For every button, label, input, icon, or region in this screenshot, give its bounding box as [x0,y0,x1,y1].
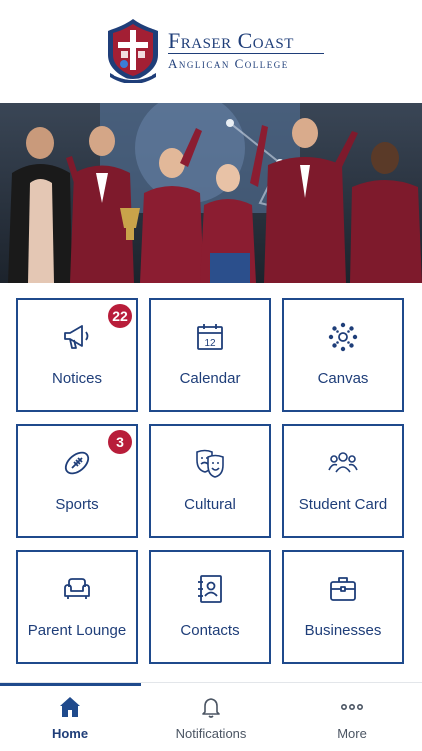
more-dots-icon [340,704,363,711]
sports-badge: 3 [108,430,132,454]
tile-cultural[interactable]: Cultural [149,424,271,538]
tile-calendar[interactable]: 12 Calendar [149,298,271,412]
tile-label: Businesses [304,622,382,639]
tab-label: More [337,726,367,741]
tile-label: Cultural [184,496,236,513]
tab-notifications[interactable]: Notifications [141,683,281,751]
tile-label: Sports [55,496,99,513]
tile-label: Contacts [180,622,240,639]
tab-label: Notifications [175,726,247,741]
tile-notices[interactable]: 22 Notices [16,298,138,412]
tile-label: Notices [51,370,103,387]
briefcase-icon [330,577,356,601]
tile-label: Parent Lounge [27,622,127,639]
theatre-masks-icon [196,449,224,478]
students-celebration-photo [0,103,422,283]
people-group-icon [328,452,358,473]
tile-label: Calendar [179,370,241,387]
hero-photo [0,103,422,283]
calendar-icon-number: 12 [204,338,216,349]
tile-student-card[interactable]: Student Card [282,424,404,538]
tile-contacts[interactable]: Contacts [149,550,271,664]
tile-parent-lounge[interactable]: Parent Lounge [16,550,138,664]
tile-sports[interactable]: 3 Sports [16,424,138,538]
school-name: Fraser Coast [168,28,294,53]
school-crest-icon [108,19,158,83]
tile-canvas[interactable]: Canvas [282,298,404,412]
tile-label: Canvas [317,370,369,387]
app-header: Fraser Coast Anglican College [0,0,422,103]
tile-businesses[interactable]: Businesses [282,550,404,664]
canvas-icon [328,322,358,352]
bottom-tab-bar: Home Notifications More [0,682,422,751]
football-icon [64,451,90,475]
tab-more[interactable]: More [282,683,422,751]
home-icon [60,697,80,717]
tab-label: Home [51,726,89,741]
logo-divider [168,53,324,54]
address-book-icon [198,575,222,603]
tile-label: Student Card [298,496,388,513]
megaphone-icon [64,325,89,349]
notices-badge: 22 [108,304,132,328]
armchair-icon [64,578,90,599]
bell-icon [202,698,220,718]
calendar-icon: 12 [197,324,223,350]
school-subtitle: Anglican College [168,56,289,71]
tab-home[interactable]: Home [0,683,140,751]
